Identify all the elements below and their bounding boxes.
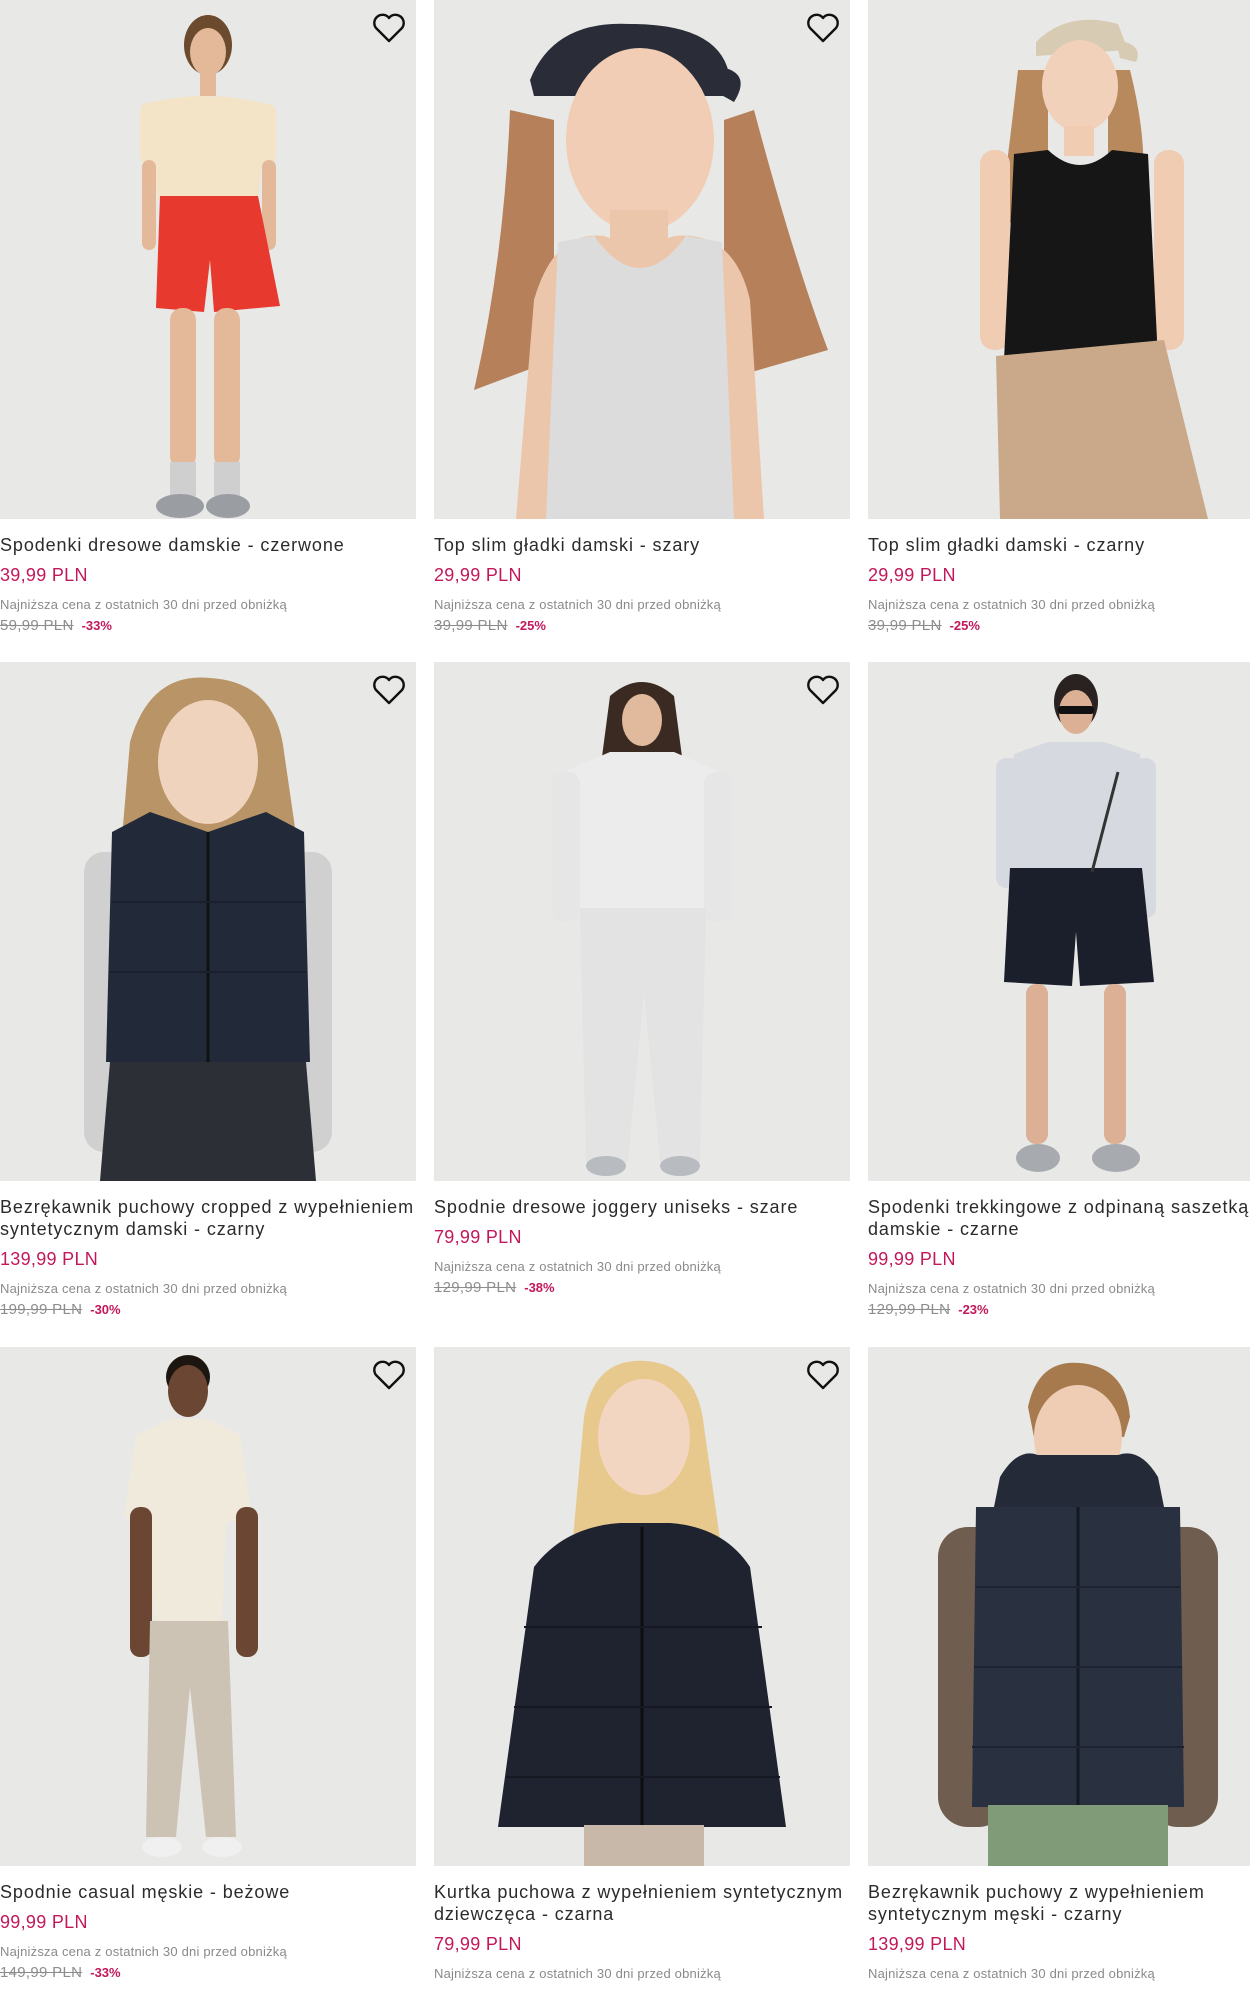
product-name[interactable]: Spodenki trekkingowe z odpinaną saszetką… (868, 1196, 1250, 1240)
product-name[interactable]: Spodnie casual męskie - beżowe (0, 1881, 416, 1903)
product-photo-figure (498, 1360, 786, 1866)
product-price: 139,99 PLN (0, 1249, 99, 1269)
old-price: 39,99 PLN (434, 617, 508, 634)
discount-badge: -33% (90, 1965, 121, 1980)
product-card[interactable]: Top slim gładki damski - czarny 29,99 PL… (868, 0, 1250, 635)
product-card[interactable]: Spodnie casual męskie - beżowe 99,99 PLN… (0, 1347, 416, 1982)
product-card[interactable]: Spodenki dresowe damskie - czerwone 39,9… (0, 0, 416, 635)
old-price-row: 199,99 PLN -30% (0, 1301, 416, 1319)
product-card[interactable]: Kurtka puchowa z wypełnieniem syntetyczn… (434, 1347, 850, 1982)
discount-badge: -23% (958, 1302, 989, 1317)
old-price: 129,99 PLN (434, 1279, 517, 1296)
product-price: 99,99 PLN (0, 1912, 88, 1932)
wishlist-heart-icon[interactable] (371, 10, 407, 46)
old-price-row: 129,99 PLN -38% (434, 1279, 850, 1297)
product-card[interactable]: Top slim gładki damski - szary 29,99 PLN… (434, 0, 850, 635)
wishlist-heart-icon[interactable] (805, 672, 841, 708)
product-card[interactable]: Spodenki trekkingowe z odpinaną saszetką… (868, 662, 1250, 1319)
product-image[interactable] (0, 0, 416, 519)
lowest-price-note: Najniższa cena z ostatnich 30 dni przed … (434, 597, 721, 612)
product-photo-figure (938, 1362, 1218, 1866)
wishlist-heart-icon[interactable] (805, 1357, 841, 1393)
product-price: 29,99 PLN (868, 565, 956, 585)
product-price: 39,99 PLN (0, 565, 88, 585)
old-price: 39,99 PLN (868, 617, 942, 634)
product-grid: Spodenki dresowe damskie - czerwone 39,9… (0, 0, 1250, 1992)
product-photo-figure (980, 19, 1208, 519)
product-name[interactable]: Spodnie dresowe joggery uniseks - szare (434, 1196, 850, 1218)
discount-badge: -25% (949, 618, 980, 633)
old-price-row: 129,99 PLN -23% (868, 1301, 1250, 1319)
lowest-price-note: Najniższa cena z ostatnich 30 dni przed … (0, 597, 287, 612)
product-photo-figure (552, 682, 732, 1176)
product-photo-figure (140, 15, 280, 518)
product-photo-figure (474, 23, 828, 519)
product-name[interactable]: Top slim gładki damski - czarny (868, 534, 1250, 556)
product-image[interactable] (0, 1347, 416, 1866)
product-card[interactable]: Bezrękawnik puchowy z wypełnieniem synte… (868, 1347, 1250, 1982)
product-name[interactable]: Bezrękawnik puchowy cropped z wypełnieni… (0, 1196, 416, 1240)
old-price-row: 39,99 PLN -25% (434, 617, 850, 635)
wishlist-heart-icon[interactable] (371, 672, 407, 708)
product-name[interactable]: Bezrękawnik puchowy z wypełnieniem synte… (868, 1881, 1250, 1925)
product-image[interactable] (0, 662, 416, 1181)
product-name[interactable]: Top slim gładki damski - szary (434, 534, 850, 556)
product-card[interactable]: Spodnie dresowe joggery uniseks - szare … (434, 662, 850, 1297)
product-photo-figure (84, 677, 332, 1181)
old-price: 149,99 PLN (0, 1964, 83, 1981)
product-image[interactable] (868, 662, 1250, 1181)
lowest-price-note: Najniższa cena z ostatnich 30 dni przed … (868, 1281, 1155, 1296)
old-price: 199,99 PLN (0, 1301, 83, 1318)
old-price: 59,99 PLN (0, 617, 74, 634)
old-price-row: 39,99 PLN -25% (868, 617, 1250, 635)
product-price: 139,99 PLN (868, 1934, 967, 1954)
wishlist-heart-icon[interactable] (371, 1357, 407, 1393)
product-price: 99,99 PLN (868, 1249, 956, 1269)
old-price: 129,99 PLN (868, 1301, 951, 1318)
lowest-price-note: Najniższa cena z ostatnich 30 dni przed … (434, 1259, 721, 1274)
old-price-row: 59,99 PLN -33% (0, 617, 416, 635)
old-price-row: 149,99 PLN -33% (0, 1964, 416, 1982)
product-image[interactable] (868, 0, 1250, 519)
lowest-price-note: Najniższa cena z ostatnich 30 dni przed … (0, 1281, 287, 1296)
product-card[interactable]: Bezrękawnik puchowy cropped z wypełnieni… (0, 662, 416, 1319)
product-photo-figure (124, 1355, 258, 1857)
product-price: 29,99 PLN (434, 565, 522, 585)
product-image[interactable] (434, 1347, 850, 1866)
product-name[interactable]: Kurtka puchowa z wypełnieniem syntetyczn… (434, 1881, 850, 1925)
lowest-price-note: Najniższa cena z ostatnich 30 dni przed … (868, 1966, 1155, 1981)
lowest-price-note: Najniższa cena z ostatnich 30 dni przed … (0, 1944, 287, 1959)
product-image[interactable] (434, 662, 850, 1181)
product-image[interactable] (434, 0, 850, 519)
product-price: 79,99 PLN (434, 1227, 522, 1247)
lowest-price-note: Najniższa cena z ostatnich 30 dni przed … (868, 597, 1155, 612)
discount-badge: -25% (515, 618, 546, 633)
product-name[interactable]: Spodenki dresowe damskie - czerwone (0, 534, 416, 556)
wishlist-heart-icon[interactable] (805, 10, 841, 46)
product-image[interactable] (868, 1347, 1250, 1866)
product-price: 79,99 PLN (434, 1934, 522, 1954)
product-photo-figure (996, 674, 1156, 1172)
discount-badge: -38% (524, 1280, 555, 1295)
lowest-price-note: Najniższa cena z ostatnich 30 dni przed … (434, 1966, 721, 1981)
discount-badge: -30% (90, 1302, 121, 1317)
discount-badge: -33% (81, 618, 112, 633)
